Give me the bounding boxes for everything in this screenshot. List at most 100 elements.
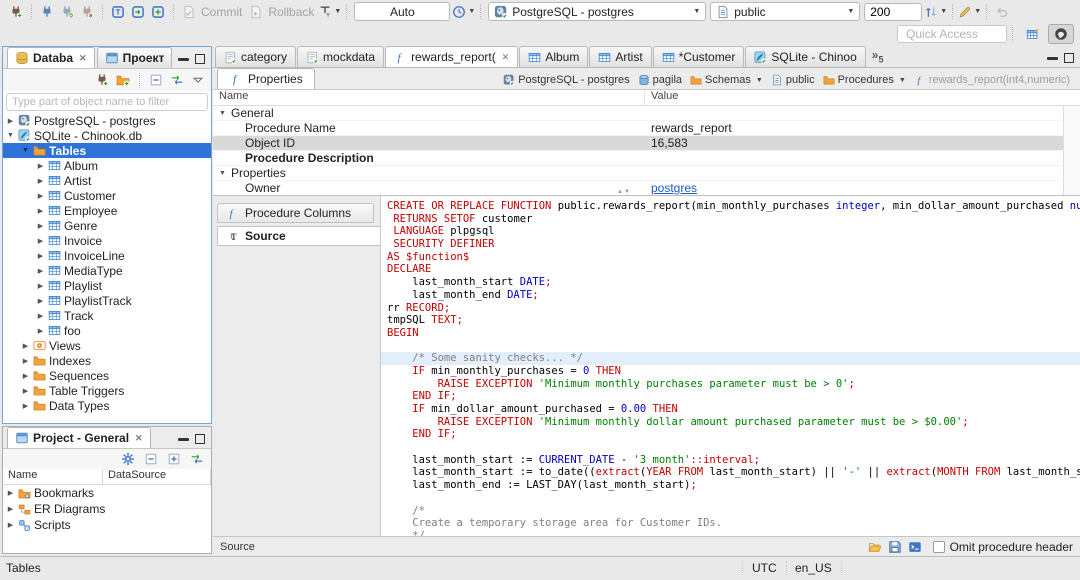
owner-link[interactable]: postgres — [651, 181, 697, 195]
expander-icon[interactable]: ▼ — [5, 132, 16, 139]
load-from-file-button[interactable] — [865, 538, 885, 556]
open-sql-console-button[interactable] — [128, 2, 148, 22]
expander-icon[interactable]: ▶ — [35, 237, 46, 245]
grid-row[interactable]: Object ID 16,583 — [213, 136, 1080, 151]
expander-icon[interactable]: ▼ — [219, 110, 231, 117]
collapse-all-button[interactable] — [146, 70, 166, 90]
rollback-button[interactable] — [246, 2, 266, 22]
commit-button[interactable] — [179, 2, 199, 22]
tab-overflow-indicator[interactable]: »5 — [872, 48, 884, 64]
tree-item-data-types[interactable]: ▶ Data Types — [3, 398, 211, 413]
new-sql-editor-button[interactable] — [148, 2, 168, 22]
expander-icon[interactable]: ▶ — [5, 489, 16, 497]
editor-tab-rewards-report-[interactable]: f rewards_report(✕ — [385, 46, 519, 67]
tree-item-playlist[interactable]: ▶ Playlist — [3, 278, 211, 293]
new-connection-button[interactable] — [6, 2, 26, 22]
maximize-icon[interactable] — [195, 54, 205, 64]
project-link-button[interactable] — [187, 449, 207, 469]
breadcrumb-item[interactable]: public — [767, 74, 819, 86]
tab-projects[interactable]: Проект — [96, 47, 173, 68]
splitter-handle[interactable]: ▲▼ — [617, 189, 631, 195]
breadcrumb-item[interactable]: Schemas ▼ — [686, 74, 767, 86]
tree-item-foo[interactable]: ▶ foo — [3, 323, 211, 338]
tree-item-album[interactable]: ▶ Album — [3, 158, 211, 173]
project-expand-button[interactable] — [164, 449, 184, 469]
expander-icon[interactable]: ▶ — [20, 342, 31, 350]
dbeaver-perspective-button[interactable] — [1048, 24, 1074, 44]
expander-icon[interactable]: ▼ — [20, 147, 31, 154]
breadcrumb-item[interactable]: f rewards_report(int4,numeric) — [910, 74, 1074, 86]
tree-item-views[interactable]: ▶ Views — [3, 338, 211, 353]
txn-mode-select[interactable]: Auto — [354, 2, 451, 21]
query-history-button[interactable]: ▼ — [452, 2, 475, 22]
expander-icon[interactable]: ▶ — [35, 297, 46, 305]
save-to-file-button[interactable] — [885, 538, 905, 556]
tree-item-table-triggers[interactable]: ▶ Table Triggers — [3, 383, 211, 398]
status-locale[interactable]: en_US — [786, 561, 842, 575]
expander-icon[interactable]: ▶ — [20, 357, 31, 365]
expander-icon[interactable]: ▶ — [5, 505, 16, 513]
connect-button[interactable] — [37, 2, 57, 22]
nav-new-folder-button[interactable] — [113, 70, 133, 90]
object-filter-input[interactable] — [6, 93, 208, 111]
tree-item-track[interactable]: ▶ Track — [3, 308, 211, 323]
maximize-icon[interactable] — [195, 434, 205, 444]
expander-icon[interactable]: ▶ — [5, 117, 16, 125]
minimize-icon[interactable] — [178, 437, 189, 441]
open-in-sql-console-button[interactable] — [905, 538, 925, 556]
highlight-button[interactable]: ▼ — [958, 2, 981, 22]
editor-tab--customer[interactable]: *Customer — [652, 46, 745, 67]
expander-icon[interactable]: ▶ — [35, 207, 46, 215]
close-icon[interactable]: ✕ — [502, 52, 510, 63]
tab-project-general[interactable]: Project - General ✕ — [7, 427, 151, 448]
tree-item-employee[interactable]: ▶ Employee — [3, 203, 211, 218]
project-item-bookmarks[interactable]: ▶ Bookmarks — [3, 485, 211, 501]
breadcrumb-item[interactable]: Procedures ▼ — [819, 74, 910, 86]
undo-button[interactable] — [992, 2, 1012, 22]
link-with-editor-button[interactable] — [167, 70, 187, 90]
tree-item-indexes[interactable]: ▶ Indexes — [3, 353, 211, 368]
quick-access-input[interactable] — [897, 25, 1007, 43]
expander-icon[interactable]: ▶ — [20, 387, 31, 395]
omit-procedure-header-checkbox[interactable] — [932, 540, 945, 553]
project-settings-button[interactable] — [118, 449, 138, 469]
tree-item-sequences[interactable]: ▶ Sequences — [3, 368, 211, 383]
expander-icon[interactable]: ▶ — [35, 177, 46, 185]
tree-item-customer[interactable]: ▶ Customer — [3, 188, 211, 203]
open-perspective-button[interactable] — [1020, 24, 1046, 44]
expander-icon[interactable]: ▶ — [5, 521, 16, 529]
status-timezone[interactable]: UTC — [742, 561, 787, 575]
subtab-procedure-columns[interactable]: f Procedure Columns — [217, 203, 374, 223]
minimize-icon[interactable] — [178, 57, 189, 61]
subtab-source[interactable]: 〈 T Source — [217, 226, 380, 246]
sql-editor-button[interactable] — [108, 2, 128, 22]
project-item-er-diagrams[interactable]: ▶ ER Diagrams — [3, 501, 211, 517]
tab-database-navigator[interactable]: Databa ✕ — [7, 47, 95, 68]
sort-sync-button[interactable]: ▼ — [924, 2, 947, 22]
expander-icon[interactable]: ▶ — [35, 312, 46, 320]
tree-item-mediatype[interactable]: ▶ MediaType — [3, 263, 211, 278]
column-header-name[interactable]: Name — [3, 469, 103, 484]
reconnect-button[interactable] — [57, 2, 77, 22]
expander-icon[interactable]: ▶ — [35, 162, 46, 170]
expander-icon[interactable]: ▼ — [219, 170, 231, 177]
expander-icon[interactable]: ▶ — [20, 402, 31, 410]
expander-icon[interactable]: ▶ — [35, 267, 46, 275]
editor-tab-album[interactable]: Album — [519, 46, 589, 67]
editor-tab-mockdata[interactable]: mockdata — [297, 46, 385, 67]
tree-item-invoice[interactable]: ▶ Invoice — [3, 233, 211, 248]
grid-group-row[interactable]: ▼ General — [213, 106, 1080, 121]
grid-row[interactable]: Owner postgres — [213, 181, 1080, 195]
fetch-size-input[interactable] — [864, 2, 923, 21]
schema-select[interactable]: public ▼ — [710, 2, 861, 21]
disconnect-button[interactable] — [77, 2, 97, 22]
grid-group-row[interactable]: ▼ Properties — [213, 166, 1080, 181]
connection-select[interactable]: PostgreSQL - postgres ▼ — [488, 2, 707, 21]
tree-item-postgresql-postgres[interactable]: ▶ PostgreSQL - postgres — [3, 113, 211, 128]
transaction-log-button[interactable]: ▼ — [318, 2, 341, 22]
expander-icon[interactable]: ▶ — [35, 252, 46, 260]
maximize-icon[interactable] — [1064, 53, 1074, 63]
column-header-datasource[interactable]: DataSource — [103, 469, 211, 484]
tree-item-genre[interactable]: ▶ Genre — [3, 218, 211, 233]
tree-item-sqlite-chinook-db[interactable]: ▼ SQLite - Chinook.db — [3, 128, 211, 143]
